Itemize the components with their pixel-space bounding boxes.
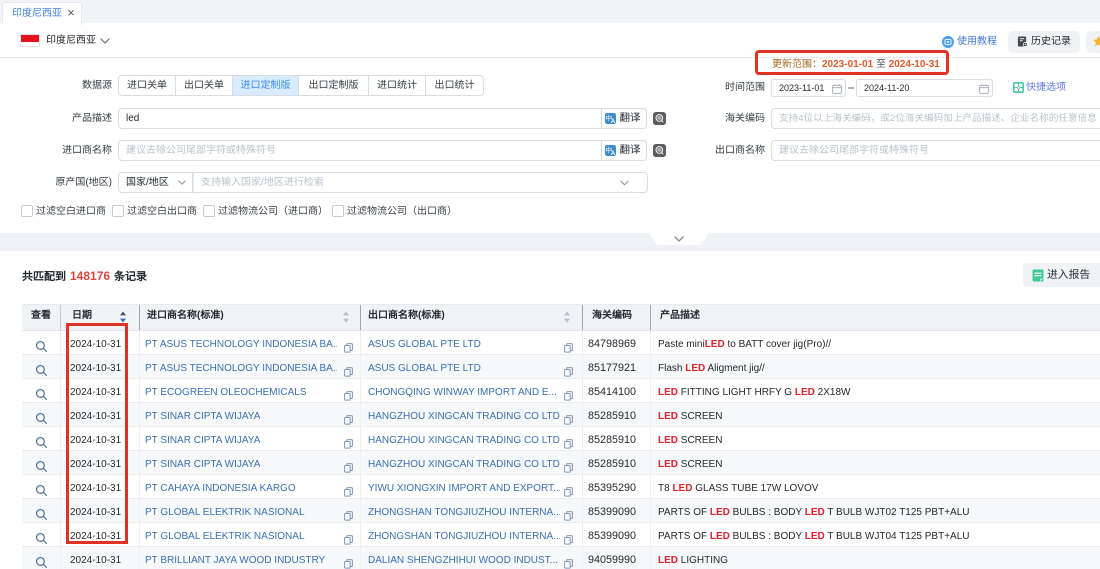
svg-text:A: A bbox=[611, 151, 616, 156]
svg-text:A: A bbox=[611, 119, 616, 124]
